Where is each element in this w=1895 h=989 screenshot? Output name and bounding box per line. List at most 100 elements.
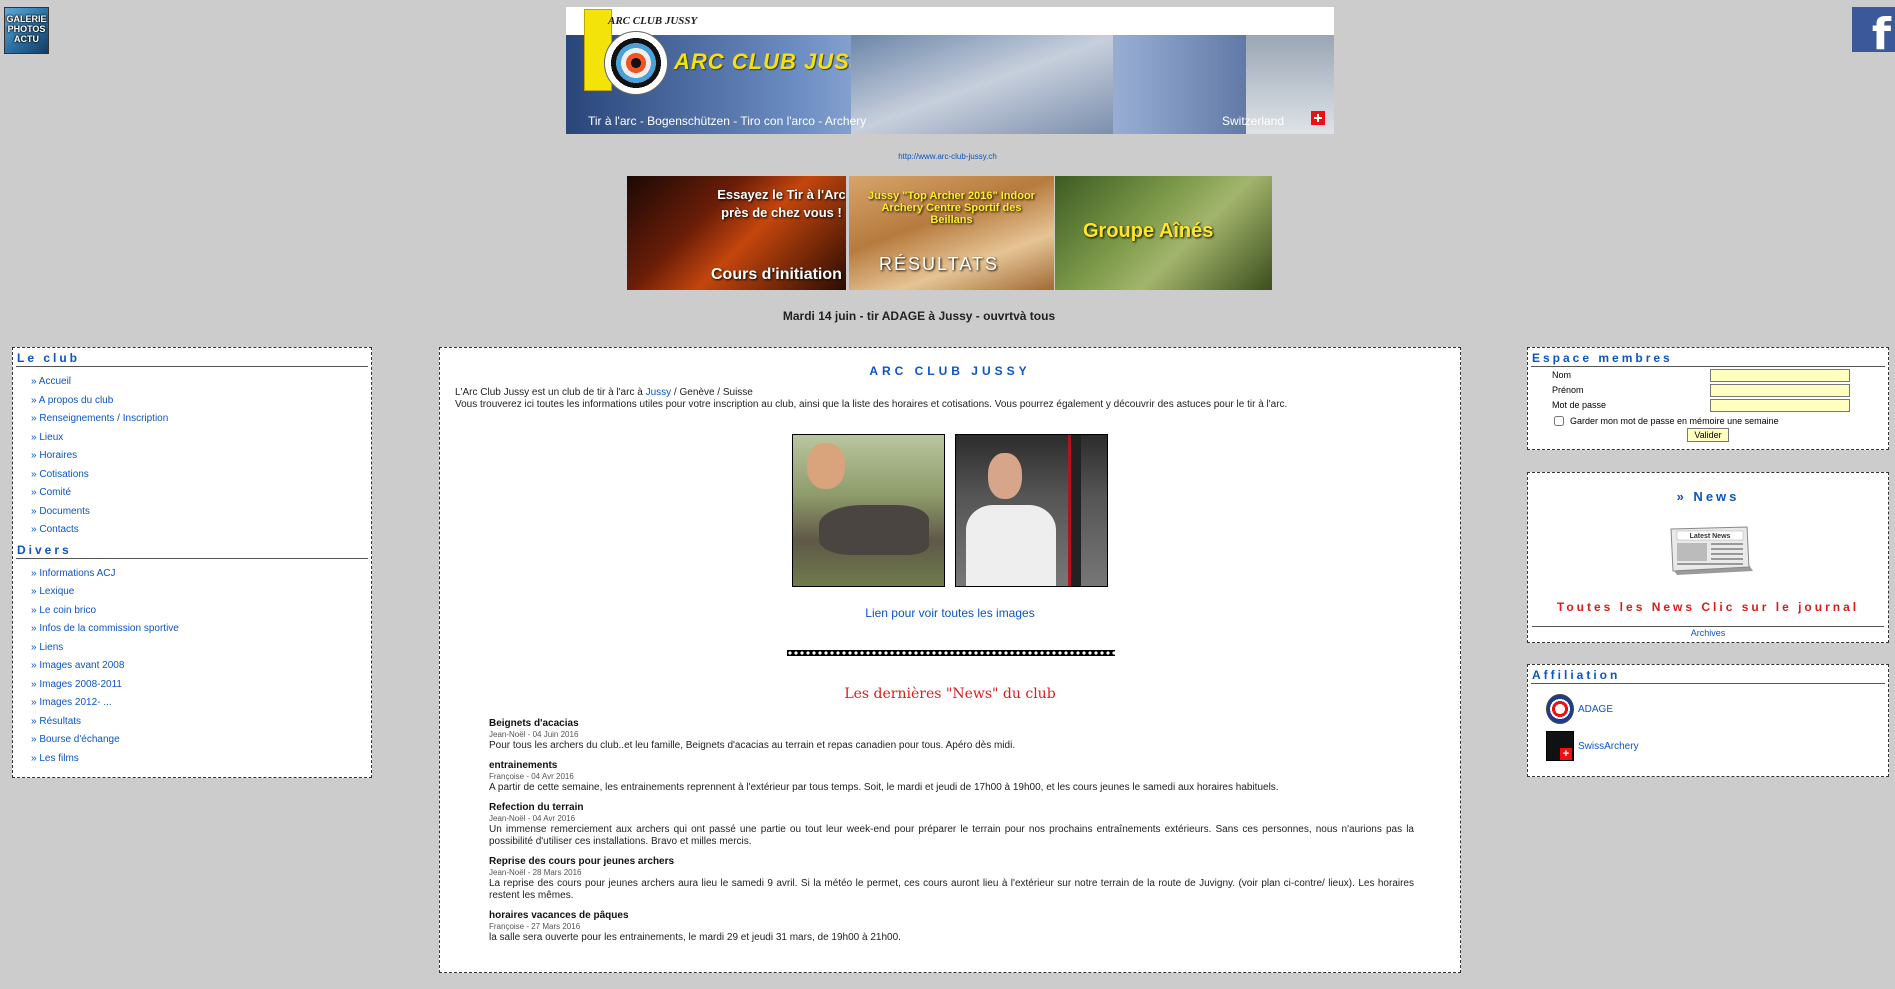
nav-item-informations-acj[interactable]: » Informations ACJ	[31, 565, 371, 584]
archer-face-shape	[988, 453, 1022, 499]
club-photo-archer-woman[interactable]	[955, 434, 1108, 587]
nav-item-label[interactable]: Images avant 2008	[39, 660, 124, 671]
nav-item-label[interactable]: Lexique	[39, 586, 74, 597]
nav-item-label[interactable]: Documents	[39, 506, 90, 517]
nav-item-contacts[interactable]: » Contacts	[31, 521, 371, 540]
nav-item-label[interactable]: A propos du club	[39, 395, 114, 406]
validate-button[interactable]: Valider	[1687, 428, 1729, 442]
nav-item-label[interactable]: Le coin brico	[39, 605, 96, 616]
jussy-link[interactable]: Jussy	[646, 387, 672, 398]
promo-1-caption: Essayez le Tir à l'Arc près de chez vous…	[717, 187, 846, 220]
promo-2-title: RÉSULTATS	[879, 254, 1000, 274]
left-navigation: Le club » Accueil » A propos du club » R…	[12, 347, 372, 778]
nav-item-bourse-echange[interactable]: » Bourse d'échange	[31, 731, 371, 750]
affiliation-panel: Affiliation ADAGE SwissArchery	[1527, 664, 1889, 777]
nav-item-resultats[interactable]: » Résultats	[31, 713, 371, 732]
banner-archer-photo	[851, 35, 1113, 134]
swissarchery-link[interactable]: SwissArchery	[1578, 741, 1639, 752]
intro-text-end: / Genève / Suisse	[671, 387, 753, 398]
affiliation-adage[interactable]: ADAGE	[1546, 694, 1613, 724]
nav-item-a-propos[interactable]: » A propos du club	[31, 392, 371, 411]
nav-item-label[interactable]: Horaires	[39, 450, 77, 461]
nav-item-commission-sportive[interactable]: » Infos de la commission sportive	[31, 620, 371, 639]
password-label: Mot de passe	[1552, 400, 1607, 410]
promo-1-title: Cours d'initiation	[711, 266, 842, 283]
nav-item-label[interactable]: Accueil	[39, 376, 71, 387]
news-separator	[1532, 626, 1884, 627]
nav-section-divers-title: Divers	[16, 543, 368, 559]
banner-country: Switzerland	[1222, 114, 1285, 128]
nav-item-label[interactable]: Renseignements / Inscription	[39, 413, 168, 424]
remember-checkbox[interactable]	[1554, 416, 1564, 426]
news-body: La reprise des cours pour jeunes archers…	[489, 878, 1414, 901]
affiliation-swissarchery[interactable]: SwissArchery	[1546, 731, 1639, 761]
news-meta: Jean-Noël - 28 Mars 2016	[489, 868, 582, 877]
nav-item-coin-brico[interactable]: » Le coin brico	[31, 602, 371, 621]
nav-item-images-avant-2008[interactable]: » Images avant 2008	[31, 657, 371, 676]
nav-item-comite[interactable]: » Comité	[31, 484, 371, 503]
nav-item-label[interactable]: Infos de la commission sportive	[39, 623, 179, 634]
nav-item-label[interactable]: Lieux	[39, 432, 63, 443]
all-images-link[interactable]: Lien pour voir toutes les images	[440, 606, 1460, 620]
nav-item-label[interactable]: Contacts	[39, 524, 78, 535]
password-field[interactable]	[1710, 399, 1850, 412]
nav-item-images-2008-2011[interactable]: » Images 2008-2011	[31, 676, 371, 695]
promo-results[interactable]: Jussy "Top Archer 2016" Indoor Archery C…	[849, 176, 1054, 290]
nav-item-label[interactable]: Cotisations	[39, 469, 88, 480]
news-body: A partir de cette semaine, les entrainem…	[489, 782, 1279, 793]
all-news-link[interactable]: Toutes les News Clic sur le journal	[1528, 600, 1888, 614]
nav-item-label[interactable]: Les films	[39, 753, 78, 764]
nav-item-images-2012[interactable]: » Images 2012- ...	[31, 694, 371, 713]
news-item: Reprise des cours pour jeunes archers Je…	[489, 856, 1414, 902]
nav-item-label[interactable]: Liens	[39, 642, 63, 653]
name-field[interactable]	[1710, 369, 1850, 382]
nav-item-label[interactable]: Bourse d'échange	[39, 734, 119, 745]
club-photo-girl-with-boar[interactable]	[792, 434, 945, 587]
site-banner[interactable]: ARC CLUB JUSSY ARC CLUB JUSSY Tir à l'ar…	[566, 7, 1334, 134]
archery-target-icon	[604, 31, 668, 95]
news-list: Beignets d'acacias Jean-Noël - 04 Juin 2…	[489, 718, 1414, 952]
nav-item-label[interactable]: Informations ACJ	[39, 568, 115, 579]
gallery-icon-label: GALERIE PHOTOS ACTU	[6, 14, 47, 44]
news-meta: Françoise - 27 Mars 2016	[489, 922, 581, 931]
newspaper-icon[interactable]: Latest News	[1669, 525, 1755, 575]
photo-gallery-icon[interactable]: GALERIE PHOTOS ACTU	[4, 7, 49, 54]
banner-small-title: ARC CLUB JUSSY	[608, 15, 698, 27]
newspaper-icon-text: Latest News	[1690, 533, 1731, 540]
nav-item-lieux[interactable]: » Lieux	[31, 429, 371, 448]
news-item: Beignets d'acacias Jean-Noël - 04 Juin 2…	[489, 718, 1414, 752]
nav-item-label[interactable]: Résultats	[39, 716, 81, 727]
site-url-link[interactable]: http://www.arc-club-jussy.ch	[898, 152, 997, 161]
facebook-icon[interactable]: f	[1852, 7, 1895, 52]
nav-item-label[interactable]: Comité	[39, 487, 71, 498]
member-login-panel: Espace membres Nom Prénom Mot de passe G…	[1527, 347, 1889, 450]
nav-item-cotisations[interactable]: » Cotisations	[31, 466, 371, 485]
nav-item-label[interactable]: Images 2008-2011	[39, 679, 122, 690]
nav-item-label[interactable]: Images 2012- ...	[39, 697, 111, 708]
nav-item-documents[interactable]: » Documents	[31, 503, 371, 522]
news-body: la salle sera ouverte pour les entrainem…	[489, 932, 901, 943]
nav-item-renseignements[interactable]: » Renseignements / Inscription	[31, 410, 371, 429]
bow-shape	[1068, 435, 1081, 586]
banner-subtitle: Tir à l'arc - Bogenschützen - Tiro con l…	[588, 114, 867, 128]
news-body: Un immense remerciement aux archers qui …	[489, 824, 1414, 847]
nav-item-lexique[interactable]: » Lexique	[31, 583, 371, 602]
archives-link[interactable]: Archives	[1528, 628, 1888, 638]
firstname-field[interactable]	[1710, 384, 1850, 397]
promo-senior-group[interactable]: Groupe Aînés	[1055, 176, 1272, 290]
news-title: Refection du terrain	[489, 802, 584, 813]
nav-item-les-films[interactable]: » Les films	[31, 750, 371, 769]
promo-2-caption: Jussy "Top Archer 2016" Indoor Archery C…	[868, 190, 1035, 226]
nav-item-accueil[interactable]: » Accueil	[31, 373, 371, 392]
affiliation-title: Affiliation	[1531, 668, 1885, 684]
promo-initiation-course[interactable]: Essayez le Tir à l'Arc près de chez vous…	[627, 176, 846, 290]
promo-3-title: Groupe Aînés	[1083, 220, 1214, 242]
news-title: horaires vacances de pâques	[489, 910, 629, 921]
adage-link[interactable]: ADAGE	[1578, 704, 1613, 715]
nav-item-liens[interactable]: » Liens	[31, 639, 371, 658]
nav-item-horaires[interactable]: » Horaires	[31, 447, 371, 466]
firstname-row: Prénom	[1528, 383, 1888, 398]
nav-divers-list: » Informations ACJ » Lexique » Le coin b…	[13, 565, 371, 769]
news-title: Beignets d'acacias	[489, 718, 579, 729]
chevron-right-icon: »	[31, 376, 39, 387]
